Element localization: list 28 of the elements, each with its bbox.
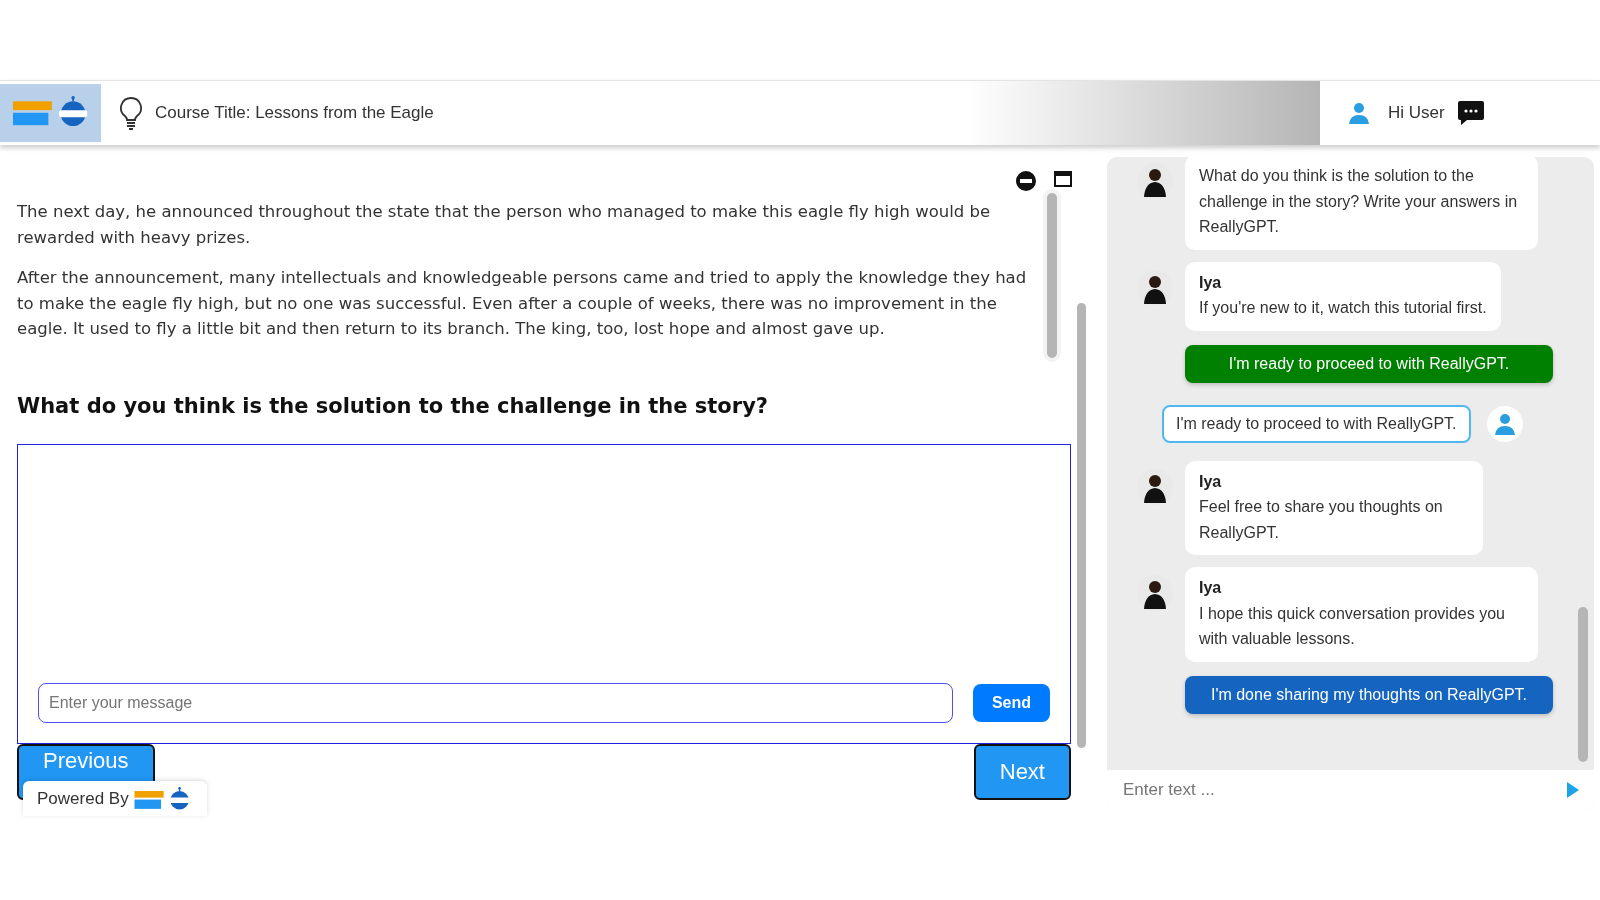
- chat-icon[interactable]: [1456, 100, 1485, 126]
- message-text: Feel free to share you thoughts on ReallyGPT.: [1199, 497, 1444, 543]
- sender-name: Iya: [1199, 471, 1223, 492]
- message-field[interactable]: Enter your message: [38, 683, 953, 723]
- scrollbar[interactable]: [1578, 607, 1588, 762]
- lightbulb-icon: [119, 96, 143, 130]
- user-greeting: Hi User: [1388, 103, 1445, 123]
- maximize-icon[interactable]: [1054, 171, 1072, 187]
- story-paragraph: After the announcement, many intellectuals and knowledgeable persons came and tried to apply the knowledge they had to make the eagle fly high, but no one was successful. Even after a couple of weeks, there was no improvement in the eagle. It used to fly a little bit and then return to its branch. The king, too, lost hope and almost gave up.: [17, 267, 1028, 340]
- user-avatar: [1486, 405, 1523, 442]
- reply-option-button[interactable]: I'm done sharing my thoughts on ReallyGPT.: [1185, 675, 1553, 714]
- sender-name: Iya: [1199, 272, 1223, 293]
- message-text: I hope this quick conversation provides you with valuable lessons.: [1199, 603, 1506, 649]
- sender-name: Iya: [1199, 578, 1223, 598]
- question-heading: What do you think is the solution to the challenge in the story?: [17, 394, 769, 418]
- next-button[interactable]: Next: [973, 744, 1071, 800]
- chat-input-bar[interactable]: Enter text ...: [1107, 770, 1594, 810]
- minimize-icon[interactable]: [1016, 171, 1036, 191]
- user-message: I'm ready to proceed to with ReallyGPT.: [1162, 404, 1471, 443]
- send-button[interactable]: Send: [973, 684, 1050, 722]
- message-text: What do you think is the solution to the challenge in the story? Write your answers in ReallyGPT.: [1199, 166, 1519, 237]
- logo[interactable]: [0, 84, 101, 142]
- course-title: Course Title: Lessons from the Eagle: [155, 103, 434, 123]
- message-text: If you're new to it, watch this tutorial first.: [1199, 298, 1487, 318]
- story-paragraph: The next day, he announced throughout the state that the person who managed to make this eagle fly high would be rewarded with heavy prizes.: [17, 201, 992, 249]
- user-icon: [1348, 102, 1370, 124]
- scrollbar[interactable]: [1077, 303, 1086, 748]
- reply-option-button[interactable]: I'm ready to proceed to with ReallyGPT.: [1185, 344, 1553, 383]
